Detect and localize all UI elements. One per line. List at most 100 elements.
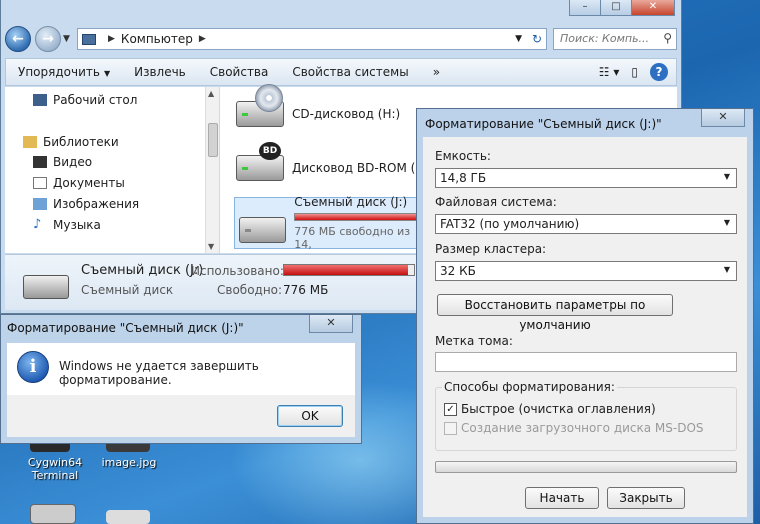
list-item[interactable]: CD-дисковод (H:)	[236, 84, 401, 127]
system-properties-button[interactable]: Свойства системы	[280, 65, 420, 79]
volume-label: Метка тома:	[435, 334, 513, 348]
file-name: Съемный диск (J:)	[294, 195, 408, 209]
nav-label-desktop: Рабочий стол	[53, 93, 138, 107]
search-icon[interactable]: ⚲	[663, 31, 672, 45]
checkbox-checked-icon: ✓	[444, 402, 457, 416]
details-type: Съемный диск	[81, 283, 174, 297]
desktop-icon-label-image[interactable]: image.jpg	[98, 456, 160, 469]
info-icon: i	[17, 351, 49, 383]
address-row: ← → ▼ ▶ Компьютер ▶ ▼ ↻ Поиск: Компь... …	[5, 22, 677, 56]
view-controls: ☷ ▾ ▯ ?	[587, 63, 668, 81]
format-progress-bar	[435, 461, 737, 473]
error-dialog: Форматирование "Съемный диск (J:)" ✕ i W…	[0, 314, 362, 444]
volume-label-input[interactable]	[435, 352, 737, 372]
cd-drive-icon	[236, 84, 284, 127]
checkbox-icon	[444, 421, 457, 435]
desktop-icon-label-cygwin[interactable]: Cygwin64 Terminal	[20, 456, 90, 482]
boot-disk-label: Создание загрузочного диска MS-DOS	[461, 421, 704, 435]
chevron-down-icon: ▼	[723, 172, 730, 181]
quick-format-label: Быстрое (очистка оглавления)	[461, 402, 656, 416]
filesystem-select[interactable]: FAT32 (по умолчанию) ▼	[435, 214, 737, 234]
start-button[interactable]: Начать	[525, 487, 599, 509]
used-label: Использовано:	[191, 264, 284, 278]
maximize-button[interactable]: □	[600, 0, 632, 16]
address-bar[interactable]: ▶ Компьютер ▶ ▼ ↻	[77, 28, 547, 50]
help-icon[interactable]: ?	[650, 63, 668, 81]
eject-button[interactable]: Извлечь	[122, 65, 198, 79]
filesystem-value: FAT32 (по умолчанию)	[440, 217, 580, 231]
scroll-up-icon[interactable]: ▲	[208, 89, 214, 98]
nav-item-video[interactable]: Видео	[33, 155, 92, 169]
nav-item-documents[interactable]: Документы	[33, 176, 125, 190]
boot-disk-checkbox[interactable]: Создание загрузочного диска MS-DOS	[444, 421, 704, 435]
close-button[interactable]: ✕	[631, 0, 675, 16]
quick-format-checkbox[interactable]: ✓ Быстрое (очистка оглавления)	[444, 402, 656, 416]
list-item[interactable]: BD Дисковод BD-ROM (I:)	[236, 142, 428, 181]
refresh-icon[interactable]: ↻	[532, 32, 542, 46]
history-dropdown-icon[interactable]: ▼	[63, 34, 70, 44]
nav-item-desktop[interactable]: Рабочий стол	[33, 93, 137, 107]
breadcrumb-separator-icon[interactable]: ▶	[108, 34, 115, 44]
nav-item-libraries[interactable]: Библиотеки	[23, 135, 119, 149]
details-name: Съемный диск (J:)	[81, 263, 204, 278]
dialog-footer: OK	[7, 395, 355, 437]
cluster-select[interactable]: 32 КБ ▼	[435, 261, 737, 281]
dialog-title: Форматирование "Съемный диск (J:)"	[425, 117, 662, 131]
free-value: 776 МБ	[283, 283, 329, 297]
view-options-icon[interactable]: ☷ ▾	[599, 65, 620, 79]
error-message: Windows не удается завершить форматирова…	[59, 359, 259, 387]
minimize-button[interactable]: –	[569, 0, 601, 16]
close-button[interactable]: Закрыть	[607, 487, 685, 509]
address-dropdown-icon[interactable]: ▼	[515, 34, 522, 44]
format-options-legend: Способы форматирования:	[442, 380, 617, 394]
dialog-body: Емкость: 14,8 ГБ ▼ Файловая система: FAT…	[423, 137, 747, 517]
window-controls: – □ ✕	[569, 0, 675, 16]
more-commands-button[interactable]: »	[421, 65, 452, 79]
cluster-value: 32 КБ	[440, 264, 476, 278]
free-space-text: 776 МБ свободно из 14,	[294, 225, 411, 251]
breadcrumb[interactable]: Компьютер	[121, 32, 193, 46]
command-bar: Упорядочить ▼ Извлечь Свойства Свойства с…	[5, 58, 677, 86]
ok-button[interactable]: OK	[277, 405, 343, 427]
drive-usage-bar	[294, 213, 425, 221]
navigation-pane: Рабочий стол Библиотеки Видео Документы …	[5, 87, 219, 253]
filesystem-label: Файловая система:	[435, 195, 557, 209]
list-item-selected[interactable]: Съемный диск (J:) 776 МБ свободно из 14,	[234, 195, 434, 251]
properties-button[interactable]: Свойства	[198, 65, 281, 79]
removable-drive-icon	[239, 217, 287, 243]
images-icon	[33, 198, 47, 210]
nav-label-music: Музыка	[53, 218, 101, 232]
breadcrumb-chevron-icon[interactable]: ▶	[199, 34, 206, 44]
preview-pane-icon[interactable]: ▯	[631, 65, 638, 79]
camera-icon[interactable]	[30, 504, 76, 524]
scroll-down-icon[interactable]: ▼	[208, 242, 214, 251]
nav-item-images[interactable]: Изображения	[33, 197, 139, 211]
scroll-thumb[interactable]	[208, 123, 218, 157]
nav-label-documents: Документы	[53, 176, 125, 190]
bd-drive-icon: BD	[236, 142, 284, 181]
desktop-icon	[33, 94, 47, 106]
desktop-icon-bottom[interactable]	[106, 510, 150, 524]
file-name: CD-дисковод (H:)	[292, 107, 401, 121]
nav-item-music[interactable]: ♪ Музыка	[33, 218, 101, 232]
close-icon[interactable]: ✕	[701, 109, 745, 127]
cluster-label: Размер кластера:	[435, 242, 547, 256]
nav-label-images: Изображения	[53, 197, 140, 211]
computer-icon	[82, 33, 96, 45]
nav-scrollbar[interactable]: ▲ ▼	[205, 87, 219, 253]
search-input[interactable]: Поиск: Компь... ⚲	[553, 28, 677, 50]
file-name: Дисковод BD-ROM (I:)	[292, 161, 428, 175]
dialog-title: Форматирование "Съемный диск (J:)"	[7, 321, 244, 335]
forward-button[interactable]: →	[35, 26, 61, 52]
format-dialog: Форматирование "Съемный диск (J:)" ✕ Емк…	[416, 108, 754, 524]
capacity-select[interactable]: 14,8 ГБ ▼	[435, 168, 737, 188]
nav-label-video: Видео	[53, 155, 93, 169]
back-button[interactable]: ←	[5, 26, 31, 52]
search-placeholder: Поиск: Компь...	[560, 32, 650, 45]
organize-button[interactable]: Упорядочить ▼	[6, 65, 122, 79]
removable-drive-icon	[23, 275, 69, 299]
restore-defaults-button[interactable]: Восстановить параметры по умолчанию	[437, 294, 673, 332]
dialog-body: i Windows не удается завершить форматиро…	[7, 343, 355, 395]
close-icon[interactable]: ✕	[309, 315, 353, 333]
library-icon	[23, 136, 37, 148]
